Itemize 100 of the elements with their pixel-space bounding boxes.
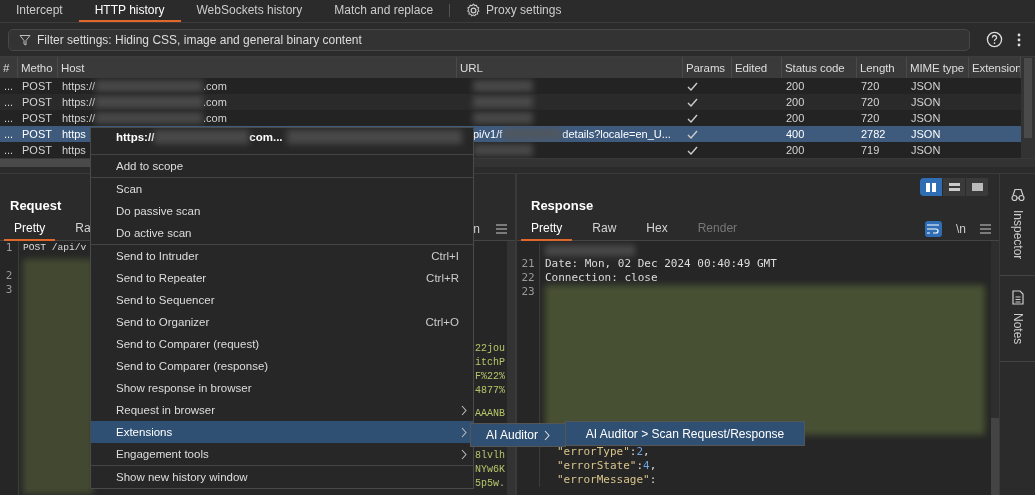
help-icon[interactable] [986,31,1003,48]
settings-icon [466,2,482,18]
tab[interactable]: Raw [582,217,627,241]
table-cell: ... [4,112,14,124]
panel-title: Request [10,198,62,215]
menu-item[interactable]: Add to scope [91,155,473,177]
inspector-icon [1010,188,1025,202]
code-fragment: AAANB [475,407,506,421]
single-pane-icon [971,183,983,191]
code-fragment: NYw6K [475,463,506,477]
redacted-blur [473,112,533,124]
redacted-blur [502,128,563,140]
menu-item[interactable]: Request in browser [91,399,473,421]
table-cell: POST [22,128,52,140]
table-cell: https:// [62,112,96,124]
table-cell: JSON [911,80,941,92]
code-fragment: itchP [475,356,506,370]
panel-title: Response [531,198,594,215]
column-header[interactable]: MIME type [907,57,969,78]
line-number: 1 [4,241,14,255]
wrap-toggle[interactable] [925,221,942,237]
menu-item[interactable]: Do active scan [91,222,473,244]
column-header[interactable]: URL [457,57,683,78]
menu-icon[interactable] [980,224,991,234]
table-cell: POST [22,144,52,156]
code-fragment: 5p5w. [475,477,506,491]
code-fragment: 22jou [475,342,506,356]
code-fragment: 4877% [475,384,506,398]
code-fragment: 8lvlh [475,449,506,463]
table-cell: https [62,144,86,156]
line-number: 2 [4,269,14,283]
table-row[interactable]: ... POST https:// .com 200 720 JSON [0,78,1021,94]
table-cell: details?locale=en_U... [562,128,671,140]
filter-icon [19,33,31,46]
notes-icon [1011,290,1024,306]
table-cell: 720 [861,80,880,92]
menu-item[interactable]: Send to Organizer Ctrl+O [91,311,473,333]
table-cell: 200 [786,80,805,92]
table-cell: https:// [62,80,96,92]
menu-item[interactable]: Show new history window [91,466,473,488]
newline-toggle[interactable]: \n [956,222,966,236]
side-panel-tab[interactable]: Inspector [1000,174,1035,277]
table-row[interactable]: ... POST https:// .com 200 720 JSON [0,94,1021,110]
menu-item[interactable]: Engagement tools [91,443,473,465]
more-options-icon[interactable] [1017,32,1021,47]
columns-icon [926,182,936,192]
menu-item[interactable]: AI Auditor > Scan Request/Response [565,421,805,446]
tab[interactable]: HTTP history [78,0,181,22]
table-cell: ... [4,80,14,92]
table-cell: POST [22,112,52,124]
table-cell: POST [22,80,52,92]
tab[interactable]: Intercept [0,0,79,22]
tab[interactable]: Match and replace [318,0,450,22]
table-cell: 719 [861,144,880,156]
menu-item[interactable]: Send to Comparer (response) [91,355,473,377]
menu-item[interactable]: Send to Repeater Ctrl+R [91,267,473,289]
menu-item[interactable]: Scan [91,178,473,200]
menu-item[interactable]: Send to Sequencer [91,289,473,311]
menu-item[interactable]: AI Auditor [470,423,566,447]
table-cell: JSON [911,128,941,140]
filter-field[interactable]: Filter settings: Hiding CSS, image and general binary content [8,28,970,51]
table-cell: pi/v1/f [473,128,503,140]
menu-item[interactable]: Extensions [91,421,473,443]
layout-button[interactable] [920,178,943,196]
table-cell: https [62,128,86,140]
tab[interactable]: Hex [636,217,678,241]
menu-icon[interactable] [496,224,507,234]
table-cell: JSON [911,112,941,124]
menu-item[interactable]: Show response in browser [91,377,473,399]
newline-toggle[interactable]: n [473,222,480,236]
menu-header-url: com... [249,131,283,143]
line-number: 21 [521,257,535,270]
code-line: POST /api/v [23,241,88,255]
code-line: "errorMessage": [556,473,657,487]
column-header[interactable]: Edited [732,57,782,78]
table-cell: ... [4,128,14,140]
menu-item[interactable]: Send to Intruder Ctrl+I [91,245,473,267]
column-header[interactable]: Status code [782,57,857,78]
code-line: Date: Mon, 02 Dec 2024 00:40:49 GMT [545,257,777,271]
menu-item[interactable]: Send to Comparer (request) [91,333,473,355]
line-number: 23 [521,285,535,298]
table-cell: .com [203,80,227,92]
table-cell: 720 [861,112,880,124]
rows-icon [948,183,960,191]
table-cell: .com [203,96,227,108]
column-header[interactable]: Metho [18,57,58,78]
menu-item[interactable]: Do passive scan [91,200,473,222]
menu-header-url: https:// [116,131,155,143]
table-row[interactable]: ... POST https 200 719 JSON [0,142,1021,158]
column-header[interactable]: Host [58,57,457,78]
column-header[interactable]: # [0,57,18,78]
redacted-blur [473,96,533,108]
tab[interactable]: WebSockets history [180,0,319,22]
scrollbar-thumb[interactable] [991,418,999,495]
table-row[interactable]: ... POST https:// .com 200 720 JSON [0,110,1021,126]
column-header[interactable]: Length [857,57,907,78]
table-cell: POST [22,96,52,108]
side-panel-tab[interactable]: Notes [1000,276,1035,362]
tab[interactable]: Proxy settings [450,0,578,22]
column-header[interactable]: Params [683,57,732,78]
